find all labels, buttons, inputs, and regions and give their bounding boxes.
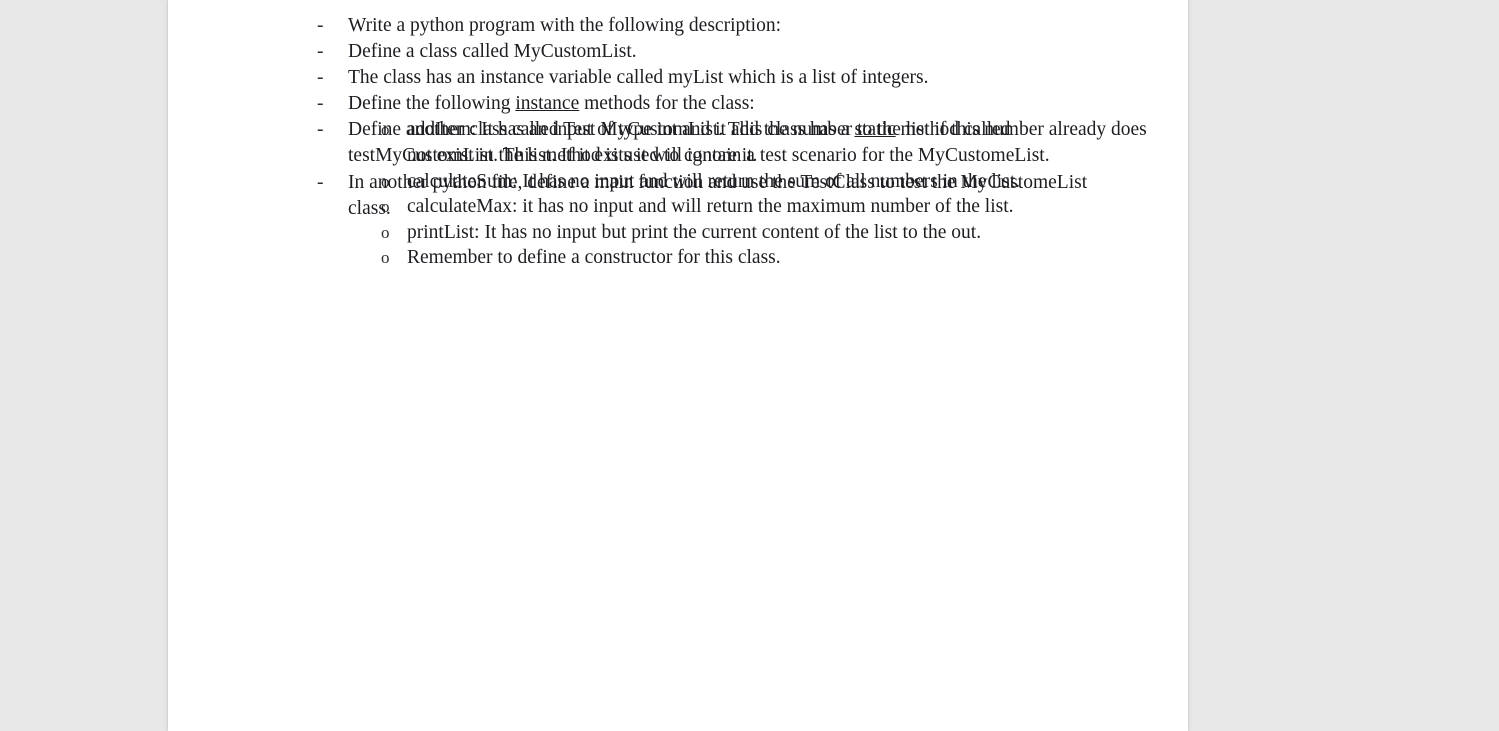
list-item-text-before: Define another class called Test MyCusto… [348, 119, 855, 141]
document-viewport: - Write a python program with the follow… [0, 0, 1499, 731]
underlined-term-static: static [854, 119, 896, 141]
list-item-text: Define another class called Test MyCusto… [348, 117, 1128, 169]
underlined-term-instance: instance [515, 93, 580, 115]
circle-bullet-icon: o [381, 222, 390, 242]
document-body: - Write a python program with the follow… [168, 0, 1188, 268]
list-item: - Define another class called Test MyCus… [168, 117, 1188, 169]
list-item-text-after: methods for the class: [579, 93, 755, 115]
document-page: - Write a python program with the follow… [168, 0, 1188, 731]
list-item: - The class has an instance variable cal… [168, 65, 1188, 91]
circle-bullet-icon: o [381, 248, 390, 268]
list-item: o printList: It has no input but print t… [168, 220, 1188, 246]
list-item-text: The class has an instance variable calle… [348, 67, 929, 89]
dash-bullet-icon: - [317, 119, 324, 141]
list-item: - In another python file, define a main … [168, 170, 1188, 222]
dash-bullet-icon: - [317, 93, 324, 115]
list-item-text: Define the following instance methods fo… [348, 91, 1128, 117]
list-item: - Write a python program with the follow… [168, 13, 1188, 39]
list-item-text: Write a python program with the followin… [348, 15, 781, 36]
list-item: - Define the following instance methods … [168, 91, 1188, 117]
requirements-list: - Write a python program with the follow… [168, 13, 1188, 268]
list-item-text-before: Define the following [348, 93, 516, 115]
list-item-text: In another python file, define a main fu… [348, 171, 1088, 219]
dash-bullet-icon: - [317, 171, 324, 193]
list-item-text: printList: It has no input but print the… [407, 221, 982, 243]
list-item-text: Remember to define a constructor for thi… [407, 247, 781, 269]
dash-bullet-icon: - [317, 67, 324, 89]
list-item-text: Define a class called MyCustomList. [348, 41, 637, 63]
dash-bullet-icon: - [317, 41, 324, 63]
list-item: o Remember to define a constructor for t… [168, 245, 1188, 271]
dash-bullet-icon: - [317, 15, 324, 36]
list-item: - Define a class called MyCustomList. [168, 39, 1188, 65]
